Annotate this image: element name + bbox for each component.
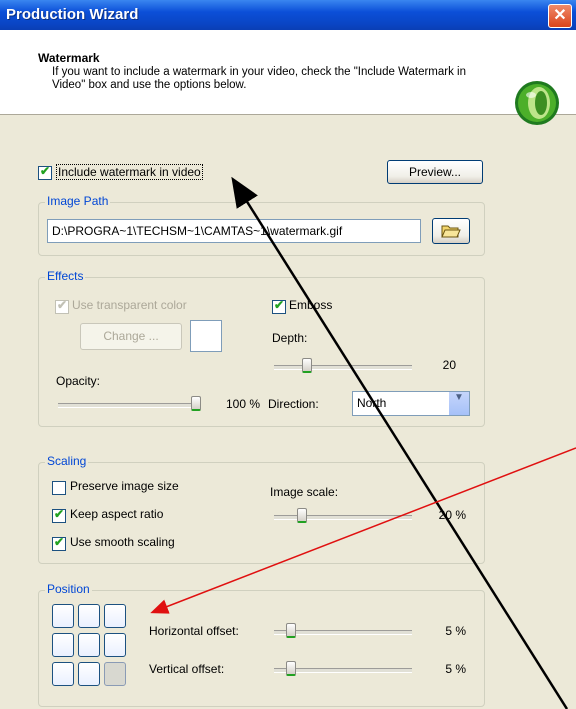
annotation-overlay <box>150 176 576 709</box>
red-annotation-arrow <box>150 447 576 614</box>
black-annotation-arrow <box>231 176 569 709</box>
